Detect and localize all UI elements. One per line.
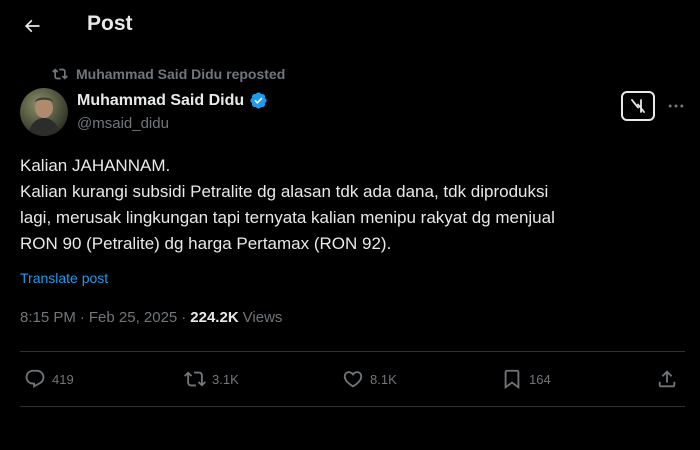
grok-button[interactable] [621, 91, 655, 121]
verified-badge-icon [250, 92, 267, 109]
tweet-body: Kalian JAHANNAM. Kalian kurangi subsidi … [20, 153, 690, 257]
repost-icon [184, 371, 206, 387]
page-title: Post [87, 12, 133, 35]
back-button[interactable] [14, 8, 50, 44]
action-bar: 419 3.1K 8.1K 164 [20, 364, 685, 394]
divider [20, 351, 685, 352]
more-icon [668, 104, 684, 108]
grok-icon [631, 99, 645, 113]
repost-icon [52, 68, 68, 80]
repost-context[interactable]: Muhammad Said Didu reposted [52, 66, 285, 82]
top-bar: Post [0, 0, 700, 52]
bookmark-icon [504, 369, 520, 390]
repost-text: Muhammad Said Didu reposted [76, 66, 286, 82]
reply-button[interactable]: 419 [24, 364, 74, 394]
reply-icon [25, 369, 45, 388]
views-label: Views [242, 309, 283, 326]
tweet-line: Kalian kurangi subsidi Petralite dg alas… [20, 182, 549, 201]
reply-count: 419 [52, 371, 74, 387]
author-display-name: Muhammad Said Didu [77, 91, 245, 109]
translate-post-link[interactable]: Translate post [20, 270, 108, 286]
separator: · [79, 309, 85, 326]
repost-button[interactable]: 3.1K [184, 364, 239, 394]
bookmark-button[interactable]: 164 [501, 364, 551, 394]
divider [20, 406, 685, 407]
avatar-image [28, 97, 60, 136]
author-handle[interactable]: @msaid_didu [77, 115, 169, 132]
tweet-line: lagi, merusak lingkungan tapi ternyata k… [20, 208, 555, 227]
share-button[interactable] [656, 364, 678, 394]
more-options-button[interactable] [663, 94, 689, 118]
post-date[interactable]: Feb 25, 2025 [89, 309, 177, 326]
avatar[interactable] [20, 88, 68, 136]
post-metadata: 8:15 PM · Feb 25, 2025 · 224.2K Views [20, 309, 282, 326]
views-count: 224.2K [190, 309, 239, 326]
back-arrow-icon [24, 19, 40, 33]
tweet-line: RON 90 (Petralite) dg harga Pertamax (RO… [20, 234, 392, 253]
like-button[interactable]: 8.1K [342, 364, 397, 394]
tweet-line: Kalian JAHANNAM. [20, 156, 171, 175]
author-name[interactable]: Muhammad Said Didu [77, 91, 268, 110]
separator: · [181, 309, 187, 326]
share-icon [658, 370, 676, 388]
post-time[interactable]: 8:15 PM [20, 309, 76, 326]
repost-count: 3.1K [212, 371, 239, 387]
bookmark-count: 164 [529, 371, 551, 387]
like-count: 8.1K [370, 371, 397, 387]
heart-icon [343, 371, 363, 388]
